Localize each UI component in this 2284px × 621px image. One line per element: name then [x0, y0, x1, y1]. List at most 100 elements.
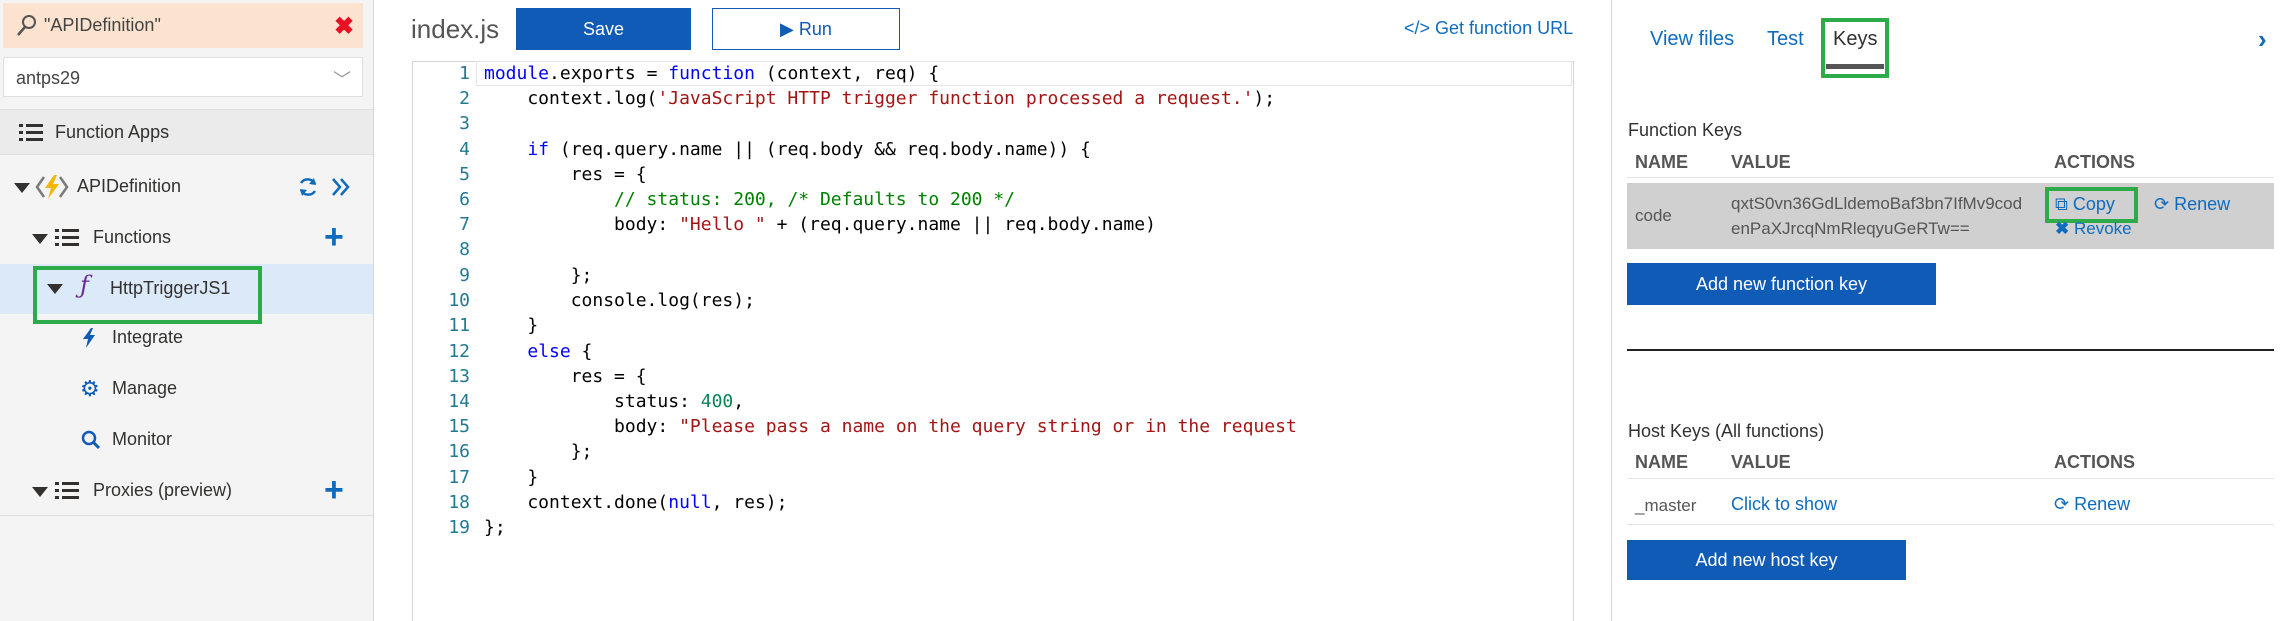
- sidebar-item-monitor[interactable]: Monitor: [0, 417, 373, 463]
- magnifier-icon: [81, 430, 101, 450]
- proxies-item[interactable]: Proxies (preview) +: [0, 468, 373, 514]
- code-line: status: 400,: [484, 391, 745, 412]
- code-line: };: [484, 265, 593, 286]
- renew-button[interactable]: ⟳ Renew: [2154, 194, 2230, 215]
- tab-test[interactable]: Test: [1767, 28, 1804, 51]
- copy-icon: ⧉: [2055, 194, 2068, 214]
- function-key-row: [1627, 183, 2274, 249]
- section-divider: [1627, 349, 2274, 351]
- file-name: index.js: [411, 14, 500, 44]
- divider: [1627, 478, 2274, 479]
- list-icon: [19, 124, 43, 141]
- column-header-value: VALUE: [1731, 452, 1791, 472]
- line-number: 11: [448, 315, 470, 336]
- search-box[interactable]: "APIDefinition" ✖: [3, 3, 363, 48]
- host-key-name: _master: [1635, 496, 1697, 515]
- double-chevron-right-icon[interactable]: [330, 176, 352, 198]
- code-line: console.log(res);: [484, 290, 755, 311]
- column-header-name: NAME: [1635, 152, 1688, 172]
- code-line: module.exports = function (context, req)…: [484, 63, 940, 84]
- function-item-httptriggerjs1[interactable]: ƒ HttpTriggerJS1: [0, 264, 373, 324]
- function-app-bolt-icon: [35, 175, 69, 199]
- run-label: Run: [798, 18, 832, 39]
- refresh-icon: ⟳: [2054, 494, 2070, 514]
- sidebar: "APIDefinition" ✖ antps29 ﹀ Function App…: [0, 0, 374, 621]
- column-header-actions: ACTIONS: [2054, 452, 2135, 472]
- divider: [1627, 524, 2274, 525]
- line-number: 15: [448, 416, 470, 437]
- refresh-icon[interactable]: [297, 176, 319, 198]
- function-apps-item[interactable]: Function Apps: [0, 109, 373, 155]
- line-number: 17: [448, 467, 470, 488]
- function-name-label: HttpTriggerJS1: [110, 278, 231, 298]
- divider: [0, 515, 373, 516]
- column-header-value: VALUE: [1731, 152, 1791, 172]
- sidebar-item-manage[interactable]: ⚙ Manage: [0, 366, 373, 412]
- chevron-down-icon: ﹀: [333, 70, 351, 90]
- expand-triangle-icon[interactable]: [47, 284, 63, 294]
- search-input[interactable]: "APIDefinition": [44, 15, 161, 36]
- add-function-key-button[interactable]: Add new function key: [1627, 263, 1936, 305]
- gear-icon: ⚙: [80, 376, 100, 401]
- column-header-actions: ACTIONS: [2054, 152, 2135, 172]
- active-tab-underline: [1826, 64, 1884, 69]
- line-number: 7: [459, 214, 470, 235]
- line-number: 3: [459, 113, 470, 134]
- add-host-key-button[interactable]: Add new host key: [1627, 540, 1906, 580]
- code-line: res = {: [484, 366, 647, 387]
- line-number: 4: [459, 139, 470, 160]
- line-number: 13: [448, 366, 470, 387]
- chevron-right-icon[interactable]: ›: [2258, 24, 2267, 55]
- code-line: body: "Please pass a name on the query s…: [484, 416, 1297, 437]
- sidebar-item-label: Manage: [112, 378, 178, 398]
- app-name-label: APIDefinition: [77, 176, 182, 196]
- code-line: }: [484, 467, 539, 488]
- functions-label: Functions: [93, 227, 172, 247]
- line-number: 2: [459, 88, 470, 109]
- list-icon: [55, 229, 79, 246]
- functions-item[interactable]: Functions +: [0, 215, 373, 261]
- line-number: 1: [459, 63, 470, 84]
- tab-view-files[interactable]: View files: [1650, 28, 1734, 51]
- run-button[interactable]: ▶ Run: [712, 8, 900, 50]
- subscription-select[interactable]: antps29 ﹀: [3, 57, 363, 97]
- line-number: 16: [448, 441, 470, 462]
- right-panel: [1611, 0, 2284, 621]
- subscription-value: antps29: [16, 68, 81, 88]
- lightning-icon: [83, 328, 95, 348]
- add-function-icon[interactable]: +: [324, 220, 344, 254]
- code-line: res = {: [484, 164, 647, 185]
- tab-keys[interactable]: Keys: [1833, 28, 1877, 51]
- code-line: context.log('JavaScript HTTP trigger fun…: [484, 88, 1276, 109]
- expand-triangle-icon[interactable]: [14, 183, 30, 193]
- app-item-apidefinition[interactable]: APIDefinition: [0, 164, 373, 210]
- key-name: code: [1635, 206, 1672, 225]
- code-line: body: "Hello " + (req.query.name || req.…: [484, 214, 1156, 235]
- line-number: 5: [459, 164, 470, 185]
- line-number: 12: [448, 341, 470, 362]
- expand-triangle-icon[interactable]: [32, 234, 48, 244]
- line-number: 6: [459, 189, 470, 210]
- key-value-line1: qxtS0vn36GdLldemoBaf3bn7IfMv9cod: [1731, 194, 2023, 213]
- search-icon: [17, 15, 36, 36]
- save-button[interactable]: Save: [516, 8, 691, 50]
- proxies-label: Proxies (preview): [93, 480, 233, 500]
- sidebar-item-integrate[interactable]: Integrate: [0, 315, 373, 361]
- click-to-show-link[interactable]: Click to show: [1731, 494, 1837, 515]
- sidebar-item-label: Monitor: [112, 429, 173, 449]
- expand-triangle-icon[interactable]: [32, 487, 48, 497]
- line-number: 18: [448, 492, 470, 513]
- clear-search-icon[interactable]: ✖: [334, 12, 354, 41]
- revoke-button[interactable]: ✖ Revoke: [2055, 219, 2132, 239]
- close-icon: ✖: [2055, 219, 2070, 238]
- add-proxy-icon[interactable]: +: [324, 473, 344, 507]
- code-line: if (req.query.name || (req.body && req.b…: [527, 139, 1091, 160]
- sidebar-item-label: Integrate: [112, 327, 184, 347]
- function-keys-title: Function Keys: [1628, 120, 1743, 140]
- line-number: 19: [448, 517, 470, 538]
- get-function-url-link[interactable]: </> Get function URL: [1404, 18, 1573, 39]
- copy-button[interactable]: ⧉ Copy: [2055, 194, 2115, 215]
- renew-host-key-button[interactable]: ⟳ Renew: [2054, 494, 2130, 515]
- code-line: };: [484, 517, 506, 538]
- function-f-icon: ƒ: [80, 271, 89, 299]
